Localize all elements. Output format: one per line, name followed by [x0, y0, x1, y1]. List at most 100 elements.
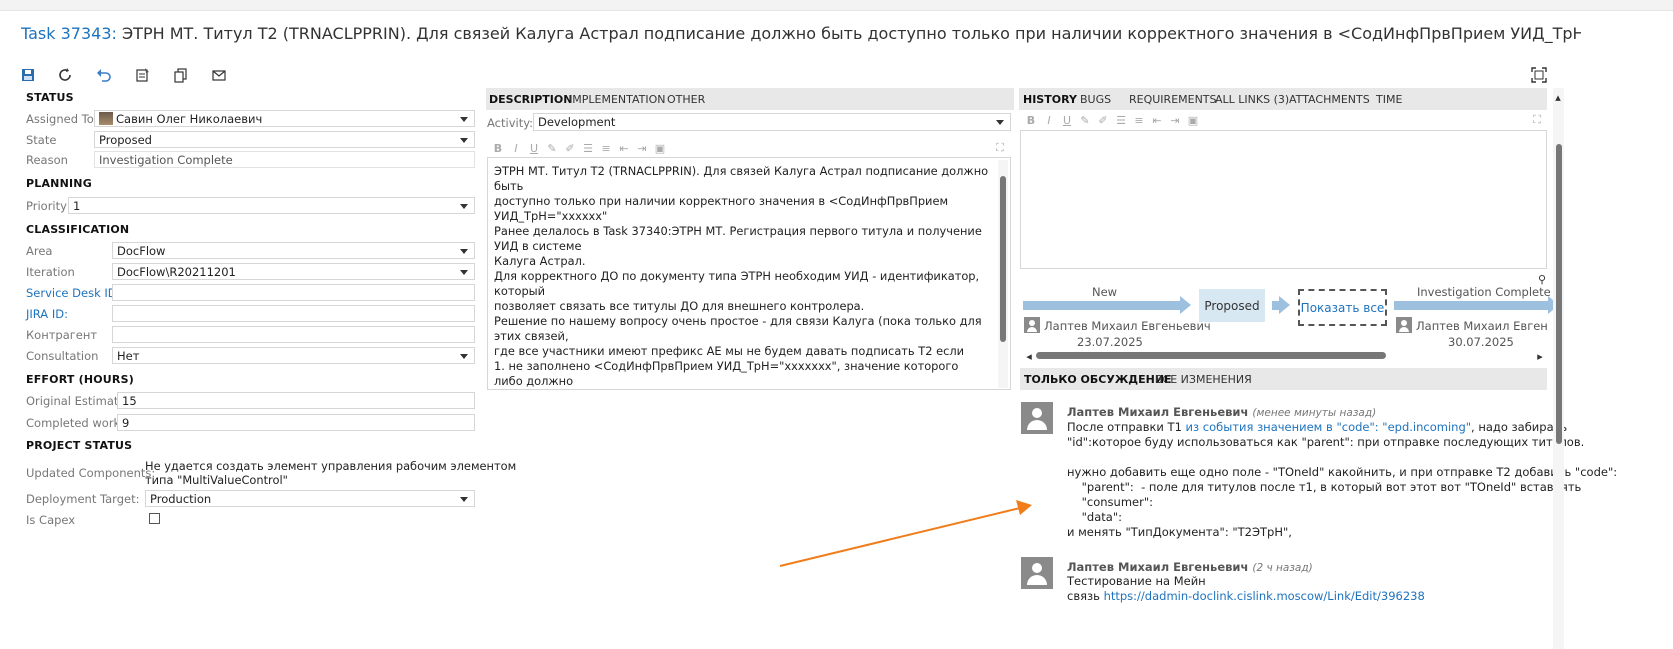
email-icon[interactable] [210, 66, 228, 84]
page-scrollbar[interactable]: ▴ [1553, 88, 1564, 649]
service-desk-label[interactable]: Service Desk ID: [26, 286, 121, 300]
flow-date-1: 23.07.2025 [1077, 335, 1143, 349]
scroll-left-icon[interactable]: ◂ [1022, 349, 1036, 363]
description-line: Калуга Астрал. [494, 254, 586, 268]
undo-icon[interactable] [95, 66, 113, 84]
iteration-select[interactable]: DocFlow\R20211201 [112, 263, 475, 280]
planning-header: PLANNING [26, 177, 92, 190]
description-scroll-thumb[interactable] [1000, 176, 1006, 342]
deployment-target-label: Deployment Target: [26, 492, 140, 506]
completed-work-input[interactable]: 9 [117, 414, 475, 431]
font-color-icon[interactable]: ✐ [563, 141, 577, 155]
image-icon[interactable]: ▣ [1186, 113, 1200, 127]
flow-hscroll-thumb[interactable] [1036, 352, 1386, 359]
save-icon[interactable] [19, 66, 37, 84]
bold-icon[interactable]: B [1024, 113, 1038, 127]
tab-time[interactable]: TIME [1376, 93, 1402, 106]
bold-icon[interactable]: B [491, 141, 505, 155]
history-format-toolbar: B I U ✎ ✐ ☰ ≡ ⇤ ⇥ ▣ ⛶ [1024, 113, 1544, 129]
font-color-icon[interactable]: ✐ [1096, 113, 1110, 127]
discussion-tabbar: ТОЛЬКО ОБСУЖДЕНИЕ ВСЕ ИЗМЕНЕНИЯ [1020, 368, 1547, 390]
comment-author: Лаптев Михаил Евгеньевич (2 ч назад) [1067, 560, 1313, 574]
description-scrollbar[interactable] [998, 160, 1008, 388]
deployment-target-select[interactable]: Production [145, 490, 475, 507]
comment-1-line-1: После отправки Т1 из события значением в… [1067, 420, 1568, 434]
underline-icon[interactable]: U [527, 141, 541, 155]
comment-2-line-1: Тестирование на Мейн [1067, 574, 1206, 588]
italic-icon[interactable]: I [1042, 113, 1056, 127]
tab-implementation[interactable]: IMPLEMENTATION [569, 93, 666, 106]
indent-icon[interactable]: ⇥ [1168, 113, 1182, 127]
tab-description[interactable]: DESCRIPTION [489, 93, 572, 106]
area-select[interactable]: DocFlow [112, 242, 475, 259]
flow-arrow-2 [1272, 296, 1290, 314]
user-icon [1396, 317, 1412, 333]
numbered-list-icon[interactable]: ≡ [599, 141, 613, 155]
tab-attachments[interactable]: ATTACHMENTS [1289, 93, 1370, 106]
scroll-up-icon[interactable]: ▴ [1551, 90, 1565, 104]
page-scroll-thumb[interactable] [1556, 144, 1562, 444]
numbered-list-icon[interactable]: ≡ [1132, 113, 1146, 127]
underline-icon[interactable]: U [1060, 113, 1074, 127]
iteration-label: Iteration [26, 265, 75, 279]
priority-select[interactable]: 1 [68, 197, 475, 214]
task-id-link[interactable]: Task 37343: [21, 24, 117, 43]
expand-editor-icon[interactable]: ⛶ [993, 141, 1007, 155]
bullet-list-icon[interactable]: ☰ [581, 141, 595, 155]
consultation-select[interactable]: Нет [112, 347, 475, 364]
tab-history[interactable]: HISTORY [1023, 93, 1077, 106]
event-link[interactable]: из события значением в "code": "epd.inco… [1186, 420, 1471, 434]
area-label: Area [26, 244, 53, 258]
expand-editor-icon[interactable]: ⛶ [1530, 113, 1544, 127]
tab-other[interactable]: OTHER [667, 93, 705, 106]
copy-icon[interactable] [172, 66, 190, 84]
history-comment-editor[interactable] [1020, 130, 1547, 269]
reason-field[interactable]: Investigation Complete [94, 151, 475, 168]
outdent-icon[interactable]: ⇤ [617, 141, 631, 155]
jira-input[interactable] [112, 305, 475, 322]
refresh-icon[interactable] [56, 66, 74, 84]
scroll-right-icon[interactable]: ▸ [1533, 349, 1547, 363]
pin-icon[interactable]: ⚲ [1535, 272, 1549, 286]
bullet-list-icon[interactable]: ☰ [1114, 113, 1128, 127]
description-line: позволяет связать все титулы ДО для внеш… [494, 299, 865, 313]
counterparty-label: Контрагент [26, 328, 98, 342]
assigned-to-field[interactable]: Савин Олег Николаевич [94, 110, 475, 127]
description-editor[interactable]: ЭТРН МТ. Титул Т2 (TRNACLPPRIN). Для свя… [487, 157, 1011, 390]
assigned-to-value: Савин Олег Николаевич [116, 112, 263, 126]
counterparty-input[interactable] [112, 326, 475, 343]
doclink-url-link[interactable]: https://dadmin-doclink.cislink.moscow/Li… [1104, 589, 1425, 603]
completed-work-label: Completed work [26, 416, 121, 430]
is-capex-checkbox[interactable] [149, 513, 160, 524]
show-all-button[interactable]: Показать все [1298, 289, 1387, 326]
fullscreen-icon[interactable] [1530, 66, 1548, 84]
jira-label[interactable]: JIRA ID: [26, 307, 68, 321]
italic-icon[interactable]: I [509, 141, 523, 155]
tab-bugs[interactable]: BUGS [1080, 93, 1111, 106]
highlight-icon[interactable]: ✎ [545, 141, 559, 155]
reason-label: Reason [26, 153, 68, 167]
tab-all-changes[interactable]: ВСЕ ИЗМЕНЕНИЯ [1155, 373, 1252, 386]
activity-select[interactable]: Development [533, 113, 1011, 131]
flow-state-new: New [1092, 285, 1118, 299]
state-select[interactable]: Proposed [94, 131, 475, 148]
original-estimate-input[interactable]: 15 [117, 392, 475, 409]
original-estimate-label: Original Estimate [26, 394, 126, 408]
template-icon[interactable] [134, 66, 152, 84]
service-desk-input[interactable] [112, 284, 475, 301]
toolbar [0, 60, 1673, 90]
description-line: где все участники имеют префикс АЕ мы не… [494, 344, 965, 358]
outdent-icon[interactable]: ⇤ [1150, 113, 1164, 127]
image-icon[interactable]: ▣ [653, 141, 667, 155]
comment-1-line-5: "consumer": [1067, 495, 1154, 509]
comment-1-line-4: "parent": - поле для титулов после т1, в… [1067, 480, 1582, 494]
description-format-toolbar: B I U ✎ ✐ ☰ ≡ ⇤ ⇥ ▣ ⛶ [491, 141, 1011, 157]
flow-arrow-3 [1394, 296, 1559, 314]
tab-requirements[interactable]: REQUIREMENTS [1129, 93, 1217, 106]
tab-all-links[interactable]: ALL LINKS (3) [1215, 93, 1289, 106]
top-strip [0, 0, 1673, 11]
tab-discussion-only[interactable]: ТОЛЬКО ОБСУЖДЕНИЕ [1024, 373, 1172, 386]
right-tabbar: HISTORY BUGS REQUIREMENTS ALL LINKS (3) … [1019, 88, 1547, 110]
indent-icon[interactable]: ⇥ [635, 141, 649, 155]
highlight-icon[interactable]: ✎ [1078, 113, 1092, 127]
